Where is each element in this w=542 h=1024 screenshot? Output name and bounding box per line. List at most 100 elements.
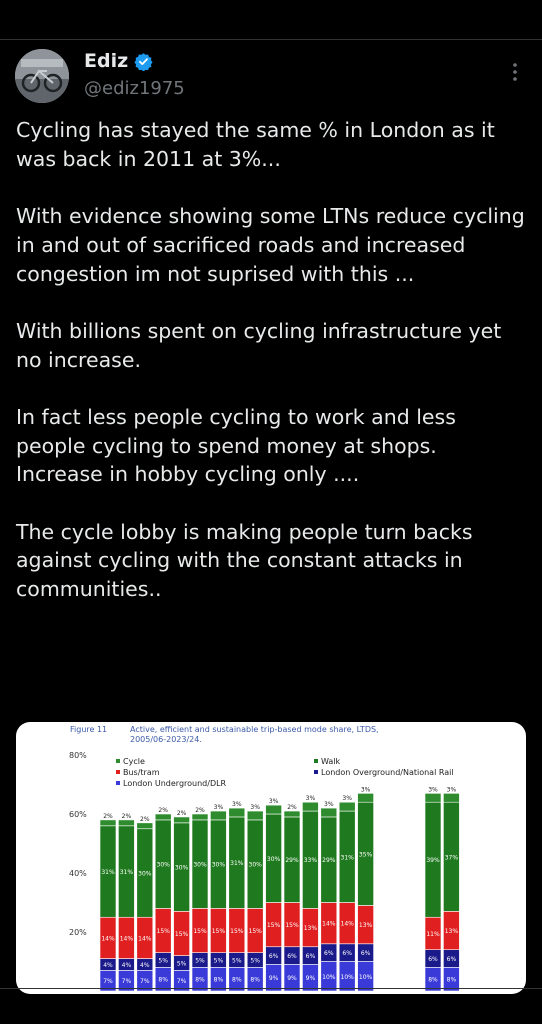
data-label-cycle: 3%: [428, 786, 438, 793]
legend-label: Walk: [321, 757, 341, 766]
data-label-cycle: 3%: [342, 795, 352, 802]
data-label-rail: 9%: [306, 975, 316, 982]
data-label-bus: 13%: [304, 925, 318, 932]
data-label-over: 6%: [306, 953, 316, 960]
data-label-bus: 15%: [193, 928, 207, 935]
data-label-cycle: 2%: [122, 813, 132, 820]
data-label-rail: 8%: [214, 977, 224, 984]
more-options-icon[interactable]: [506, 60, 524, 84]
data-label-bus: 15%: [212, 928, 226, 935]
data-label-bus: 14%: [120, 935, 134, 942]
data-label-walk: 37%: [445, 854, 459, 861]
data-label-cycle: 2%: [177, 810, 187, 817]
legend-swatch: [116, 781, 120, 785]
bar-segment-cycle: [210, 810, 227, 821]
data-label-over: 6%: [324, 950, 334, 957]
data-label-walk: 31%: [341, 854, 355, 861]
data-label-over: 5%: [158, 958, 168, 965]
tweet-text: Cycling has stayed the same % in London …: [16, 116, 528, 633]
data-label-over: 4%: [122, 962, 132, 969]
data-label-over: 5%: [232, 958, 242, 965]
data-label-walk: 30%: [212, 862, 226, 869]
data-label-bus: 14%: [322, 921, 336, 928]
data-label-walk: 30%: [138, 871, 152, 878]
author-handle[interactable]: @ediz1975: [84, 78, 185, 99]
chart-subtitle: 2005/06-2023/24.: [130, 735, 202, 744]
data-label-walk: 29%: [322, 857, 336, 864]
bottom-divider: [0, 988, 542, 989]
bar-segment-cycle: [99, 819, 117, 827]
data-label-walk: 35%: [359, 851, 373, 858]
data-label-over: 5%: [177, 960, 187, 967]
data-label-bus: 11%: [426, 931, 440, 938]
data-label-rail: 8%: [232, 977, 242, 984]
avatar-image: [15, 49, 69, 103]
data-label-walk: 30%: [157, 862, 171, 869]
bar-segment-cycle: [302, 801, 319, 812]
data-label-rail: 9%: [269, 975, 279, 982]
data-label-cycle: 2%: [195, 807, 205, 814]
legend-label: Bus/tram: [123, 768, 160, 777]
data-label-bus: 14%: [138, 935, 152, 942]
data-label-bus: 15%: [249, 928, 263, 935]
author-name-row: Ediz: [84, 50, 153, 72]
y-tick-label: 40%: [69, 869, 87, 878]
data-label-bus: 15%: [285, 922, 299, 929]
data-label-rail: 8%: [158, 977, 168, 984]
data-label-cycle: 3%: [250, 804, 260, 811]
data-label-cycle: 3%: [214, 804, 224, 811]
tweet-paragraph: In fact less people cycling to work and …: [16, 404, 456, 487]
bar-segment-cycle: [228, 807, 246, 818]
data-label-rail: 8%: [250, 977, 260, 984]
data-label-cycle: 2%: [140, 816, 150, 823]
legend-swatch: [314, 759, 318, 763]
data-label-over: 5%: [214, 958, 224, 965]
legend-swatch: [314, 770, 318, 774]
bar-segment-cycle: [338, 801, 356, 812]
top-divider: [0, 39, 542, 40]
data-label-cycle: 3%: [361, 786, 371, 793]
data-label-cycle: 2%: [103, 813, 113, 820]
bar-segment-cycle: [246, 810, 264, 821]
data-label-cycle: 3%: [269, 798, 279, 805]
data-label-rail: 10%: [341, 974, 355, 981]
tweet-paragraph: The cycle lobby is making people turn ba…: [16, 519, 473, 602]
bar-segment-cycle: [283, 810, 301, 818]
data-label-rail: 7%: [103, 978, 113, 985]
data-label-rail: 10%: [359, 974, 373, 981]
legend-swatch: [116, 770, 120, 774]
data-label-walk: 31%: [120, 869, 134, 876]
tweet-paragraph: With billions spent on cycling infrastru…: [16, 318, 502, 372]
y-tick-label: 20%: [69, 928, 87, 937]
attached-chart-image[interactable]: Figure 11 Active, efficient and sustaina…: [16, 722, 526, 994]
data-label-over: 6%: [342, 950, 352, 957]
author-avatar[interactable]: [15, 49, 69, 103]
verified-badge-icon: [134, 52, 153, 71]
data-label-over: 5%: [195, 958, 205, 965]
data-label-walk: 30%: [249, 862, 263, 869]
data-label-cycle: 3%: [306, 795, 316, 802]
data-label-cycle: 2%: [287, 804, 297, 811]
y-tick-label: 60%: [69, 810, 87, 819]
data-label-over: 6%: [447, 956, 457, 963]
data-label-cycle: 3%: [324, 801, 334, 808]
data-label-walk: 30%: [193, 862, 207, 869]
data-label-bus: 15%: [230, 928, 244, 935]
data-label-bus: 15%: [267, 922, 281, 929]
legend-label: London Underground/DLR: [123, 779, 227, 788]
data-label-rail: 8%: [447, 977, 457, 984]
data-label-rail: 7%: [140, 978, 150, 985]
data-label-rail: 7%: [122, 978, 132, 985]
chart-title: Active, efficient and sustainable trip-b…: [130, 725, 379, 734]
bar-segment-cycle: [265, 804, 282, 815]
data-label-bus: 15%: [175, 931, 189, 938]
data-label-cycle: 3%: [232, 801, 242, 808]
data-label-walk: 31%: [230, 860, 244, 867]
mode-share-chart: Figure 11 Active, efficient and sustaina…: [69, 725, 460, 992]
bar-segment-cycle: [136, 822, 154, 830]
figure-label: Figure 11: [70, 725, 107, 734]
author-name[interactable]: Ediz: [84, 50, 128, 72]
bar-segment-cycle: [173, 816, 190, 824]
data-label-walk: 33%: [304, 857, 318, 864]
data-label-over: 6%: [269, 953, 279, 960]
